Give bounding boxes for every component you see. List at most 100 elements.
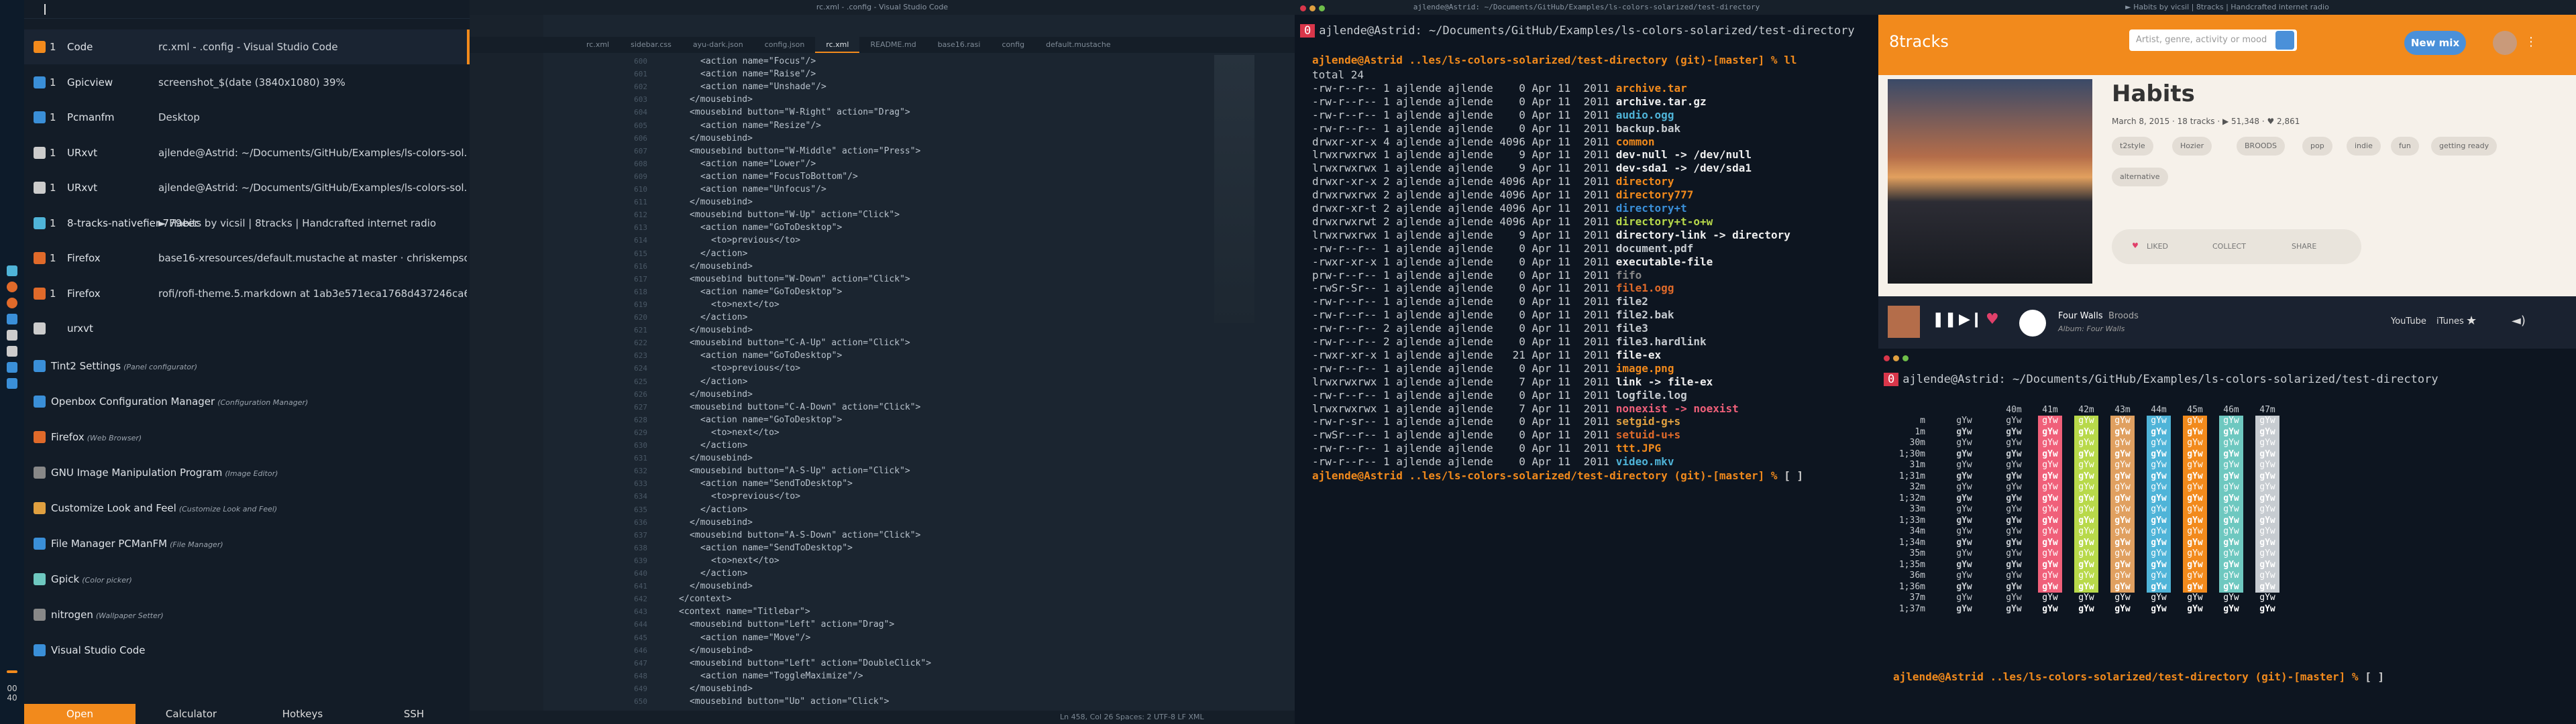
tag-chip[interactable]: indie — [2347, 137, 2381, 156]
editor-tab[interactable]: rc.xml — [576, 37, 620, 53]
editor-tab[interactable]: default.mustache — [1035, 37, 1121, 53]
sample-text: gYw — [1956, 537, 1972, 548]
search-icon[interactable] — [2275, 31, 2294, 50]
8tracks-icon[interactable] — [7, 265, 17, 276]
window-list-item[interactable]: urxvt — [24, 311, 470, 346]
terminal-window[interactable]: ajlende@Astrid: ~/Documents/GitHub/Examp… — [1295, 0, 1878, 724]
tag-chip[interactable]: pop — [2302, 137, 2332, 156]
tab-hotkeys[interactable]: Hotkeys — [247, 704, 358, 724]
editor-tab[interactable]: config.json — [754, 37, 816, 53]
app-list-item[interactable]: Gpick (Color picker) — [24, 562, 470, 597]
terminal-icon[interactable] — [7, 346, 17, 357]
window-title: ajlende@Astrid: ~/Documents/GitHub/Examp… — [158, 146, 467, 159]
track-name: Broods — [2108, 311, 2139, 321]
app-list-item[interactable]: Visual Studio Code — [24, 633, 470, 668]
vscode-icon[interactable] — [7, 314, 17, 324]
minimize-button[interactable] — [1309, 5, 1316, 11]
code-line: <action name="Resize"/> — [700, 120, 822, 131]
app-list-item[interactable]: Firefox (Web Browser) — [24, 420, 470, 455]
tag-chip[interactable]: alternative — [2112, 168, 2168, 186]
maximize-button[interactable] — [1902, 355, 1909, 361]
ls-meta: lrwxrwxrwx 1 ajlende ajlende 9 Apr 11 20… — [1312, 228, 1616, 241]
app-list-item[interactable]: GNU Image Manipulation Program (Image Edi… — [24, 455, 470, 490]
mix-cover-image[interactable] — [1888, 79, 2092, 284]
tab-calculator[interactable]: Calculator — [136, 704, 247, 724]
window-list-item[interactable]: 1 Firefox rofi/rofi-theme.5.markdown at 1a… — [24, 276, 470, 311]
tag-chip[interactable]: BROODS — [2237, 137, 2285, 156]
window-title: Desktop — [158, 111, 200, 123]
editor-tab[interactable]: sidebar.css — [620, 37, 682, 53]
code-line: </action> — [700, 440, 748, 450]
new-mix-button[interactable]: New mix — [2404, 31, 2466, 55]
share-button[interactable]: SHARE — [2292, 242, 2316, 251]
editor-tab[interactable]: README.md — [859, 37, 926, 53]
tag-chip[interactable]: fun — [2391, 137, 2419, 156]
terminal-window[interactable]: 0 ajlende@Astrid: ~/Documents/GitHub/Exam… — [1878, 349, 2576, 724]
sample-text: gYw — [2151, 603, 2167, 614]
window-list-item[interactable]: 1 8-tracks-nativefier-779eec ► Habits by v… — [24, 206, 470, 241]
editor-tab[interactable]: rc.xml — [815, 37, 860, 53]
itunes-link[interactable]: iTunes — [2436, 316, 2464, 326]
close-button[interactable] — [1300, 5, 1306, 11]
volume-icon[interactable]: ◄) — [2512, 314, 2526, 328]
window-list-item[interactable]: 1 Code rc.xml - .config - Visual Studio Co… — [24, 29, 470, 64]
collect-button[interactable]: COLLECT — [2212, 242, 2246, 251]
sample-text: gYw — [2042, 460, 2058, 470]
tag-chip[interactable]: getting ready — [2431, 137, 2498, 156]
maximize-button[interactable] — [1319, 5, 1325, 11]
tab-ssh[interactable]: SSH — [358, 704, 470, 724]
ls-filename: file3 — [1615, 322, 1648, 335]
like-button[interactable]: LIKED — [2147, 242, 2168, 251]
launcher-search-input[interactable] — [24, 0, 470, 19]
sample-text: gYw — [2078, 438, 2094, 448]
code-editor[interactable]: 600 <action name="Focus"/> 601 <action name… — [610, 55, 1228, 704]
row-label: 34m — [1909, 526, 1925, 536]
image-viewer-icon[interactable] — [7, 378, 17, 389]
ls-filename: directory-link -> directory — [1615, 228, 1790, 241]
app-list-item[interactable]: File Manager PCManFM (File Manager) — [24, 526, 470, 561]
window-list-item[interactable]: 1 Pcmanfm Desktop — [24, 100, 470, 135]
ls-line: drwxr-xr-x 2 ajlende ajlende 4096 Apr 11… — [1312, 175, 1674, 188]
minimize-button[interactable] — [1893, 355, 1899, 361]
sample-text: gYw — [2078, 526, 2094, 536]
sample-text: gYw — [2114, 426, 2131, 437]
tab-open[interactable]: Open — [24, 704, 136, 724]
editor-tab[interactable]: config — [991, 37, 1035, 53]
desktop-number: 1 — [50, 146, 56, 159]
sample-text: gYw — [2042, 448, 2058, 459]
firefox-icon[interactable] — [7, 282, 17, 292]
like-heart-icon[interactable]: ♥ — [1986, 311, 1999, 328]
editor-tab[interactable]: ayu-dark.json — [682, 37, 754, 53]
search-input[interactable]: Artist, genre, activity or mood — [2129, 29, 2297, 51]
app-list-item[interactable]: Customize Look and Feel (Customize Look a… — [24, 491, 470, 526]
window-list-item[interactable]: 1 URxvt ajlende@Astrid: ~/Documents/GitHub… — [24, 170, 470, 205]
code-line: <mousebind button="C-A-Down" action="Cli… — [690, 402, 921, 412]
youtube-link[interactable]: YouTube — [2391, 316, 2426, 326]
sample-text: gYw — [2114, 515, 2131, 526]
minimap[interactable] — [1214, 55, 1254, 323]
avatar[interactable] — [2493, 31, 2517, 55]
app-list-item[interactable]: Tint2 Settings (Panel configurator) — [24, 349, 470, 383]
window-list-item[interactable]: 1 Gpicview screenshot_$(date (3840x1080) 3… — [24, 65, 470, 100]
terminal-icon[interactable] — [7, 330, 17, 341]
ls-line: lrwxrwxrwx 1 ajlende ajlende 7 Apr 11 20… — [1312, 402, 1739, 416]
tag-chip[interactable]: t2style — [2112, 137, 2153, 156]
app-list-item[interactable]: nitrogen (Wallpaper Setter) — [24, 597, 470, 632]
skip-button[interactable]: ▶❙ — [1959, 311, 1982, 328]
pause-button[interactable]: ❚❚ — [1932, 311, 1957, 328]
menu-icon[interactable]: ⋮ — [2525, 35, 2537, 49]
app-list-item[interactable]: Openbox Configuration Manager (Configurat… — [24, 384, 470, 419]
editor-tab[interactable]: base16.rasi — [927, 37, 991, 53]
ls-meta: drwxrwxrwt 2 ajlende ajlende 4096 Apr 11… — [1312, 215, 1616, 228]
file-manager-icon[interactable] — [7, 362, 17, 373]
window-list-item[interactable]: 1 URxvt ajlende@Astrid: ~/Documents/GitHub… — [24, 135, 470, 170]
sample-text: gYw — [1956, 448, 1972, 459]
tag-chip[interactable]: Hozier — [2172, 137, 2212, 156]
firefox-icon[interactable] — [7, 298, 17, 308]
star-icon[interactable]: ★ — [2466, 314, 2477, 328]
ls-line: -rwSr-Sr-- 1 ajlende ajlende 0 Apr 11 20… — [1312, 282, 1674, 295]
line-number: 611 — [634, 198, 647, 207]
8tracks-logo[interactable]: 8tracks — [1889, 32, 1949, 51]
close-button[interactable] — [1884, 355, 1890, 361]
window-list-item[interactable]: 1 Firefox base16-xresources/default.mustac… — [24, 241, 470, 276]
